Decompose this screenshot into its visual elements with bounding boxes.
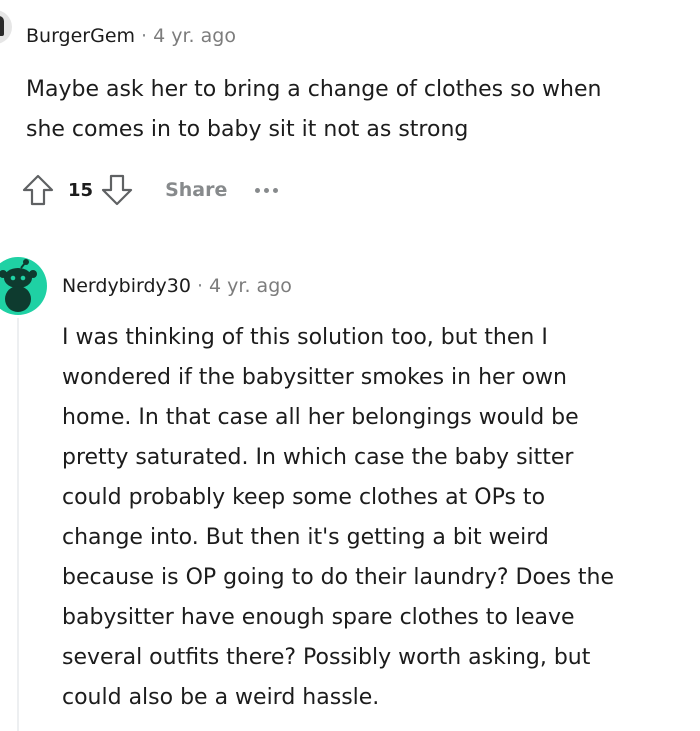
comment-body-line: Maybe ask her to bring a change of cloth…	[26, 77, 602, 102]
comment-body-line: she comes in to baby sit it not as stron…	[26, 117, 469, 142]
downvote-arrow-icon[interactable]	[99, 172, 135, 208]
comment-author[interactable]: BurgerGem	[26, 25, 135, 47]
comment-body-line: could probably keep some clothes at OPs …	[62, 485, 546, 510]
comment-meta: Nerdybirdy30 · 4 yr. ago	[62, 274, 292, 298]
upvote-arrow-icon[interactable]	[20, 172, 56, 208]
avatar-burgergem[interactable]	[0, 10, 12, 44]
comment-author[interactable]: Nerdybirdy30	[62, 275, 191, 297]
vote-count: 15	[68, 179, 94, 201]
comment-body: Maybe ask her to bring a change of cloth…	[26, 70, 696, 150]
meta-separator: ·	[196, 275, 204, 297]
comment-action-bar: 15 Share	[20, 172, 279, 208]
comment-body-line: could also be a weird hassle.	[62, 685, 380, 710]
comment-timestamp[interactable]: 4 yr. ago	[209, 275, 292, 297]
comment-body-line: because is OP going to do their laundry?…	[62, 565, 615, 590]
comment-body-line: change into. But then it's getting a bit…	[62, 525, 549, 550]
comment-body-line: home. In that case all her belongings wo…	[62, 405, 579, 430]
comment-meta: BurgerGem · 4 yr. ago	[26, 24, 236, 48]
comment-body-line: I was thinking of this solution too, but…	[62, 325, 548, 350]
comment-timestamp[interactable]: 4 yr. ago	[153, 25, 236, 47]
comment-body-line: pretty saturated. In which case the baby…	[62, 445, 574, 470]
avatar-nerdybirdy30[interactable]	[0, 257, 47, 315]
avatar-figure-icon	[0, 16, 4, 36]
comment-body-line: several outfits there? Possibly worth as…	[62, 645, 591, 670]
share-button[interactable]: Share	[165, 179, 227, 201]
comment-body: I was thinking of this solution too, but…	[62, 318, 698, 718]
meta-separator: ·	[141, 25, 148, 47]
ellipsis-icon[interactable]	[255, 187, 279, 193]
snoo-avatar-icon	[0, 259, 37, 312]
comment-body-line: babysitter have enough spare clothes to …	[62, 605, 575, 630]
comment-body-line: wondered if the babysitter smokes in her…	[62, 365, 567, 390]
thread-line[interactable]	[17, 318, 19, 731]
